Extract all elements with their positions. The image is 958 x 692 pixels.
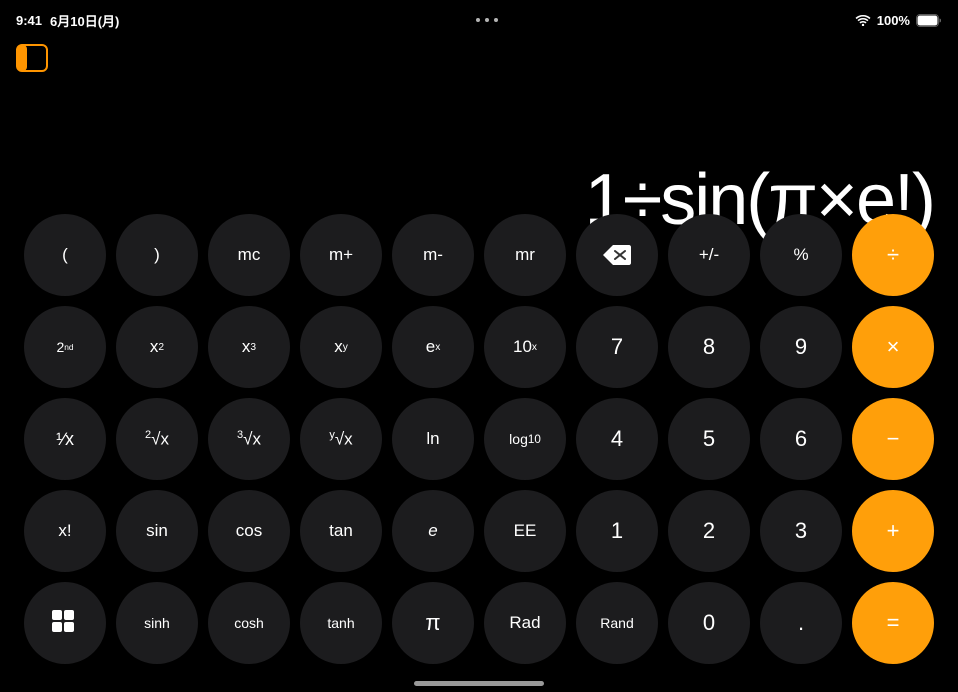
four-button[interactable]: 4 — [576, 398, 658, 480]
nth-root-button[interactable]: y√x — [300, 398, 382, 480]
calculator-grid-icon — [50, 608, 80, 638]
dot2 — [485, 18, 489, 22]
add-button[interactable]: + — [852, 490, 934, 572]
decimal-button[interactable]: . — [760, 582, 842, 664]
sqrt-button[interactable]: 2√x — [116, 398, 198, 480]
three-button[interactable]: 3 — [760, 490, 842, 572]
ee-button[interactable]: EE — [484, 490, 566, 572]
plus-minus-button[interactable]: +/- — [668, 214, 750, 296]
sinh-button[interactable]: sinh — [116, 582, 198, 664]
button-row-2: 2nd x2 x3 xy ex 10x 7 8 9 × — [10, 306, 948, 388]
date: 6月10日(月) — [50, 11, 119, 30]
seven-button[interactable]: 7 — [576, 306, 658, 388]
log10-button[interactable]: log10 — [484, 398, 566, 480]
home-indicator — [414, 681, 544, 686]
reciprocal-button[interactable]: ¹∕x — [24, 398, 106, 480]
close-paren-button[interactable]: ) — [116, 214, 198, 296]
factorial-button[interactable]: x! — [24, 490, 106, 572]
cos-button[interactable]: cos — [208, 490, 290, 572]
euler-button[interactable]: e — [392, 490, 474, 572]
ten-power-x-button[interactable]: 10x — [484, 306, 566, 388]
sin-button[interactable]: sin — [116, 490, 198, 572]
exp-x-button[interactable]: ex — [392, 306, 474, 388]
memory-plus-button[interactable]: m+ — [300, 214, 382, 296]
cosh-button[interactable]: cosh — [208, 582, 290, 664]
eight-button[interactable]: 8 — [668, 306, 750, 388]
open-paren-button[interactable]: ( — [24, 214, 106, 296]
dot1 — [476, 18, 480, 22]
cbrt-button[interactable]: 3√x — [208, 398, 290, 480]
status-right: 100% — [855, 13, 942, 28]
memory-clear-button[interactable]: mc — [208, 214, 290, 296]
ln-button[interactable]: ln — [392, 398, 474, 480]
time: 9:41 — [16, 13, 42, 28]
six-button[interactable]: 6 — [760, 398, 842, 480]
status-center — [476, 18, 498, 22]
button-row-5: sinh cosh tanh π Rad Rand 0 . = — [10, 582, 948, 664]
cube-button[interactable]: x3 — [208, 306, 290, 388]
nine-button[interactable]: 9 — [760, 306, 842, 388]
power-y-button[interactable]: xy — [300, 306, 382, 388]
button-row-4: x! sin cos tan e EE 1 2 3 + — [10, 490, 948, 572]
backspace-button[interactable] — [576, 214, 658, 296]
multiply-button[interactable]: × — [852, 306, 934, 388]
two-button[interactable]: 2 — [668, 490, 750, 572]
square-button[interactable]: x2 — [116, 306, 198, 388]
second-button[interactable]: 2nd — [24, 306, 106, 388]
rand-button[interactable]: Rand — [576, 582, 658, 664]
status-bar: 9:41 6月10日(月) 100% — [0, 0, 958, 36]
memory-recall-button[interactable]: mr — [484, 214, 566, 296]
divide-button[interactable]: ÷ — [852, 214, 934, 296]
one-button[interactable]: 1 — [576, 490, 658, 572]
dot3 — [494, 18, 498, 22]
equals-button[interactable]: = — [852, 582, 934, 664]
five-button[interactable]: 5 — [668, 398, 750, 480]
wifi-icon — [855, 14, 871, 26]
battery-level: 100% — [877, 13, 910, 28]
zero-button[interactable]: 0 — [668, 582, 750, 664]
tanh-button[interactable]: tanh — [300, 582, 382, 664]
button-row-1: ( ) mc m+ m- mr +/- % ÷ — [10, 214, 948, 296]
calculator-grid: ( ) mc m+ m- mr +/- % ÷ 2nd x2 x3 xy ex … — [0, 214, 958, 664]
rad-button[interactable]: Rad — [484, 582, 566, 664]
button-row-3: ¹∕x 2√x 3√x y√x ln log10 4 5 6 − — [10, 398, 948, 480]
percent-button[interactable]: % — [760, 214, 842, 296]
calculator-mode-button[interactable] — [24, 582, 106, 664]
memory-minus-button[interactable]: m- — [392, 214, 474, 296]
subtract-button[interactable]: − — [852, 398, 934, 480]
status-left: 9:41 6月10日(月) — [16, 11, 119, 30]
pi-button[interactable]: π — [392, 582, 474, 664]
battery-icon — [916, 14, 942, 27]
tan-button[interactable]: tan — [300, 490, 382, 572]
backspace-icon — [603, 245, 631, 265]
